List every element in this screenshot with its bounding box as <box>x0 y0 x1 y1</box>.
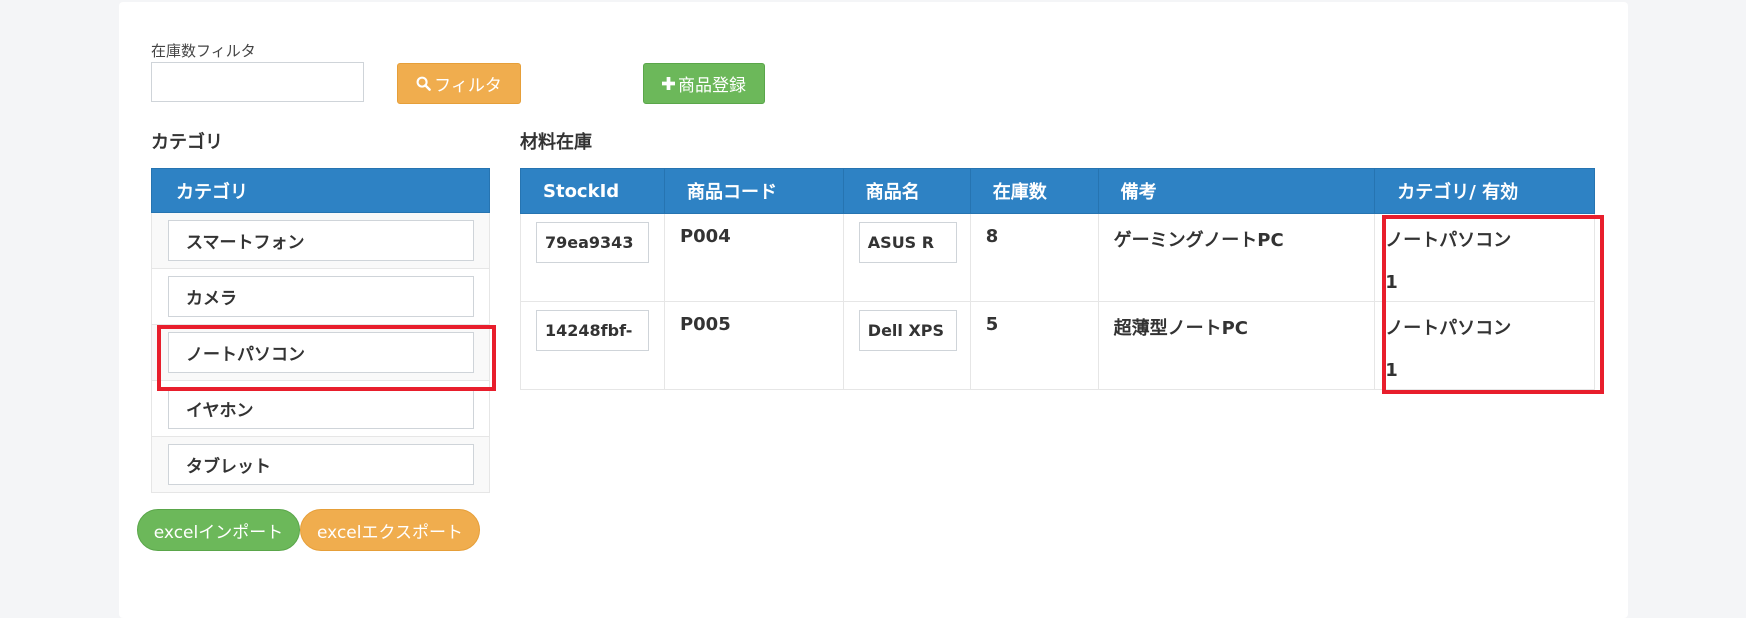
note-cell: ゲーミングノートPC <box>1097 213 1376 302</box>
excel-export-button[interactable]: excelエクスポート <box>300 509 480 551</box>
filter-button-label: フィルタ <box>434 76 502 96</box>
stockid-cell: 79ea9343 <box>520 213 665 302</box>
category-button-tablet[interactable]: タブレット <box>168 444 474 485</box>
product-code-cell: P005 <box>663 301 844 390</box>
register-product-button[interactable]: 商品登録 <box>643 63 765 104</box>
stock-qty-cell: 8 <box>969 213 1099 302</box>
stock-filter-label: 在庫数フィルタ <box>151 42 256 60</box>
category-section-title: カテゴリ <box>151 132 223 153</box>
category-button-earphones[interactable]: イヤホン <box>168 388 474 429</box>
stock-section-title: 材料在庫 <box>520 132 592 153</box>
highlight-box-category <box>157 325 496 391</box>
product-name-cell: Dell XPS <box>842 301 971 390</box>
stock-qty-cell: 5 <box>969 301 1099 390</box>
product-name-input[interactable]: ASUS R <box>858 222 957 263</box>
stockid-input[interactable]: 14248fbf- <box>536 310 649 351</box>
register-button-label: 商品登録 <box>678 76 746 96</box>
category-row: タブレット <box>151 437 490 493</box>
stockid-cell: 14248fbf- <box>520 301 665 390</box>
column-header-note[interactable]: 備考 <box>1097 168 1376 214</box>
column-header-product-code[interactable]: 商品コード <box>663 168 844 214</box>
plus-icon <box>662 77 675 90</box>
column-header-stockid[interactable]: StockId <box>520 168 665 214</box>
column-header-stock-qty[interactable]: 在庫数 <box>969 168 1099 214</box>
product-code-cell: P004 <box>663 213 844 302</box>
stock-filter-input[interactable] <box>151 62 364 102</box>
excel-import-button[interactable]: excelインポート <box>137 509 300 551</box>
product-name-input[interactable]: Dell XPS <box>858 310 957 351</box>
highlight-box-category-column <box>1382 215 1604 394</box>
column-header-product-name[interactable]: 商品名 <box>842 168 971 214</box>
filter-button[interactable]: フィルタ <box>397 63 521 104</box>
note-cell: 超薄型ノートPC <box>1097 301 1376 390</box>
column-header-category-active[interactable]: カテゴリ/ 有効 <box>1374 168 1595 214</box>
stock-table-header-row: StockId 商品コード 商品名 在庫数 備考 カテゴリ/ 有効 <box>520 168 1595 214</box>
product-name-cell: ASUS R <box>842 213 971 302</box>
category-row: スマートフォン <box>151 213 490 269</box>
category-row: カメラ <box>151 269 490 325</box>
search-icon <box>416 76 431 91</box>
stockid-input[interactable]: 79ea9343 <box>536 222 649 263</box>
category-table-header: カテゴリ <box>151 168 490 213</box>
category-button-camera[interactable]: カメラ <box>168 276 474 317</box>
category-button-smartphone[interactable]: スマートフォン <box>168 220 474 261</box>
